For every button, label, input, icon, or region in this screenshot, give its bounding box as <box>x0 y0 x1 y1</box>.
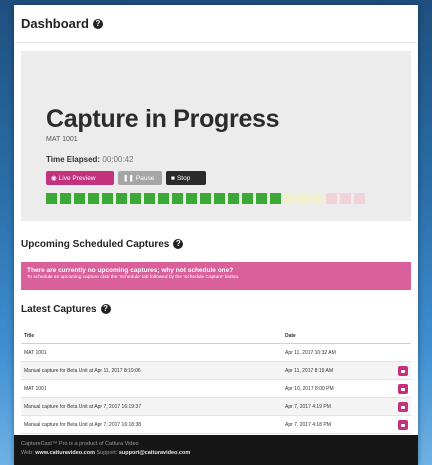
stop-label: Stop <box>176 174 191 182</box>
latest-captures-title: Latest Captures <box>21 303 97 315</box>
pause-button[interactable]: ❚❚ Pause <box>118 171 162 185</box>
download-icon[interactable] <box>398 402 408 412</box>
download-icon-glyph <box>401 369 405 373</box>
capture-source-label: MAT 1001 <box>46 136 78 143</box>
level-meter-segment <box>242 193 253 204</box>
level-meter-segment <box>270 193 281 204</box>
pause-icon: ❚❚ <box>123 175 134 182</box>
help-icon[interactable]: ? <box>92 18 103 29</box>
table-row[interactable]: Manual capture for Beta Unit at Apr 7, 2… <box>21 416 411 434</box>
no-upcoming-alert: There are currently no upcoming captures… <box>21 262 411 290</box>
level-meter-segment <box>74 193 85 204</box>
dashboard-panel: Dashboard ? Capture in Progress MAT 1001… <box>14 5 418 465</box>
table-row[interactable]: Manual capture for Beta Unit at Apr 7, 2… <box>21 398 411 416</box>
level-meter-segment <box>102 193 113 204</box>
level-meter-segment <box>200 193 211 204</box>
latest-captures-heading: Latest Captures ? <box>14 300 418 318</box>
footer-contact-line: Web: www.catturavideo.com Support: suppo… <box>21 449 418 458</box>
capture-status-title: Capture in Progress <box>46 105 280 133</box>
column-header-title[interactable]: Title <box>21 333 285 339</box>
level-meter-segment <box>340 193 351 204</box>
footer: CaptureCast™ Pro is a product of Cattura… <box>14 435 418 465</box>
download-icon-glyph <box>401 423 405 427</box>
time-elapsed-value: 00:00:42 <box>102 155 134 164</box>
capture-title-cell[interactable]: Manual capture for Beta Unit at Apr 11, … <box>21 368 285 374</box>
footer-web-label: Web: <box>21 450 34 456</box>
live-preview-button[interactable]: ◉ Live Preview <box>46 171 114 185</box>
capture-date-cell: Apr 7, 2017 4:19 PM <box>285 403 331 410</box>
capture-controls: ◉ Live Preview ❚❚ Pause ■ Stop <box>46 171 206 185</box>
level-meter-segment <box>312 193 323 204</box>
level-meter-segment <box>144 193 155 204</box>
latest-captures-table: Title Date MAT 1001 Apr 11, 2017 10:32 AM… <box>21 328 411 434</box>
stop-button[interactable]: ■ Stop <box>166 171 206 185</box>
page-title: Dashboard <box>21 16 89 31</box>
help-icon[interactable]: ? <box>173 239 184 249</box>
footer-product-line: CaptureCast™ Pro is a product of Cattura… <box>21 441 139 447</box>
footer-web-link[interactable]: www.catturavideo.com <box>35 450 95 456</box>
level-meter-segment <box>214 193 225 204</box>
download-icon[interactable] <box>398 366 408 376</box>
download-icon-glyph <box>401 405 405 409</box>
time-elapsed: Time Elapsed: 00:00:42 <box>46 155 133 164</box>
column-header-date[interactable]: Date <box>285 333 395 339</box>
level-meter-segment <box>88 193 99 204</box>
capture-title-cell[interactable]: Manual capture for Beta Unit at Apr 7, 2… <box>21 404 285 410</box>
capture-date-cell: Apr 7, 2017 4:18 PM <box>285 421 331 428</box>
help-icon[interactable]: ? <box>100 304 111 314</box>
level-meter-segment <box>130 193 141 204</box>
level-meter-segment <box>284 193 295 204</box>
upcoming-captures-heading: Upcoming Scheduled Captures ? <box>14 235 418 253</box>
download-icon[interactable] <box>398 384 408 394</box>
capture-status-box: Capture in Progress MAT 1001 Time Elapse… <box>21 51 411 221</box>
audio-level-meter <box>46 193 365 204</box>
level-meter-segment <box>172 193 183 204</box>
time-elapsed-label: Time Elapsed: <box>46 155 101 164</box>
eye-icon: ◉ <box>51 175 57 182</box>
capture-title-cell[interactable]: MAT 1001 <box>21 386 285 392</box>
pause-label: Pause <box>135 174 155 182</box>
level-meter-segment <box>298 193 309 204</box>
download-icon-glyph <box>401 387 405 391</box>
alert-message: There are currently no upcoming captures… <box>27 267 234 274</box>
stop-icon: ■ <box>171 174 175 182</box>
level-meter-segment <box>354 193 365 204</box>
table-header-row: Title Date <box>21 328 411 344</box>
capture-date-cell: Apr 10, 2017 8:00 PM <box>285 385 334 392</box>
footer-support-label: Support: <box>96 450 118 456</box>
level-meter-segment <box>46 193 57 204</box>
footer-support-link[interactable]: support@catturavideo.com <box>119 450 190 456</box>
alert-hint: To schedule an upcoming capture click th… <box>27 275 240 280</box>
download-icon[interactable] <box>398 420 408 430</box>
capture-date-cell: Apr 11, 2017 10:32 AM <box>285 349 336 356</box>
table-row[interactable]: MAT 1001 Apr 11, 2017 10:32 AM <box>21 344 411 362</box>
level-meter-segment <box>256 193 267 204</box>
level-meter-segment <box>326 193 337 204</box>
upcoming-captures-title: Upcoming Scheduled Captures <box>21 238 170 250</box>
level-meter-segment <box>158 193 169 204</box>
level-meter-segment <box>116 193 127 204</box>
live-preview-label: Live Preview <box>58 174 96 182</box>
level-meter-segment <box>60 193 71 204</box>
capture-title-cell[interactable]: Manual capture for Beta Unit at Apr 7, 2… <box>21 422 285 428</box>
capture-title-cell[interactable]: MAT 1001 <box>21 350 285 356</box>
dashboard-header: Dashboard ? <box>14 5 418 43</box>
capture-date-cell: Apr 11, 2017 8:19 AM <box>285 367 333 374</box>
level-meter-segment <box>186 193 197 204</box>
table-row[interactable]: Manual capture for Beta Unit at Apr 11, … <box>21 362 411 380</box>
level-meter-segment <box>228 193 239 204</box>
table-row[interactable]: MAT 1001 Apr 10, 2017 8:00 PM <box>21 380 411 398</box>
